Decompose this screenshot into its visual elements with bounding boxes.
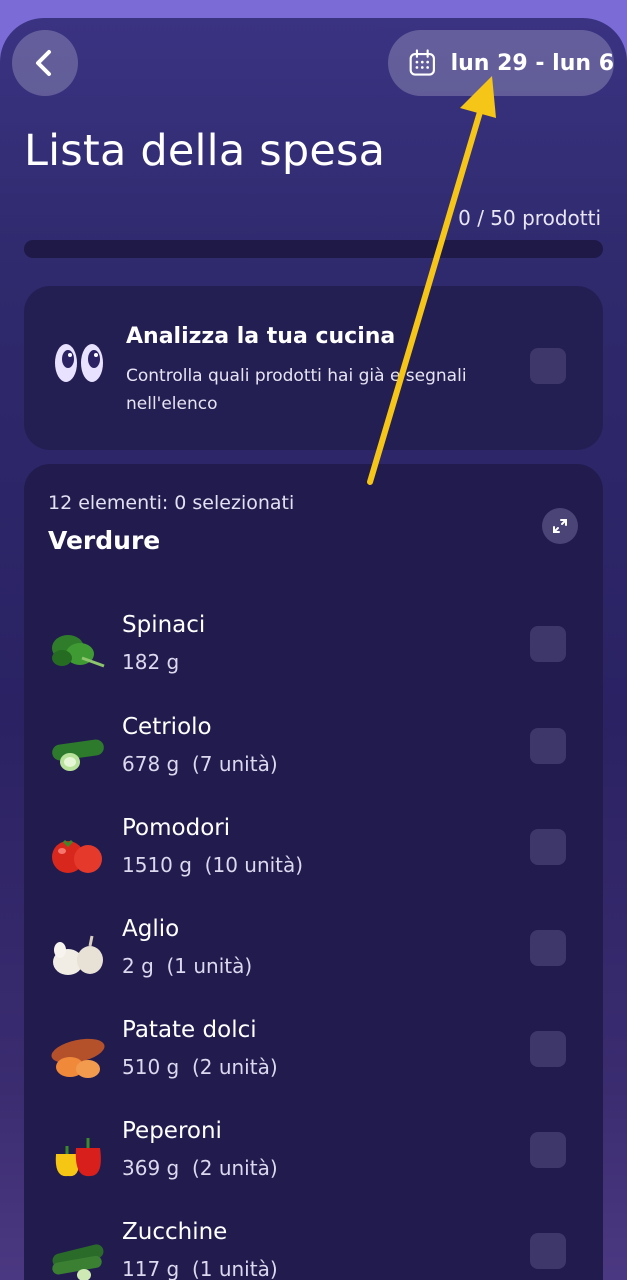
- page-title: Lista della spesa: [24, 126, 386, 176]
- date-range-label: lun 29 - lun 6: [450, 50, 614, 76]
- zucchini-icon: [52, 1244, 104, 1280]
- list-item[interactable]: Pomodori 1510 g (10 unità): [24, 815, 603, 905]
- chevron-left-icon: [36, 50, 51, 76]
- item-name: Cetriolo: [122, 714, 212, 740]
- category-meta: 12 elementi: 0 selezionati: [48, 492, 295, 514]
- analyze-description: Controlla quali prodotti hai già e segna…: [126, 366, 467, 414]
- item-checkbox[interactable]: [530, 728, 566, 764]
- tomato-icon: [52, 839, 102, 873]
- item-quantity: 369 g (2 unità): [122, 1156, 278, 1180]
- eyes-icon: [55, 344, 103, 382]
- progress-bar: [24, 240, 603, 258]
- item-checkbox[interactable]: [530, 1031, 566, 1067]
- item-quantity: 117 g (1 unità): [122, 1257, 278, 1280]
- item-name: Zucchine: [122, 1219, 228, 1245]
- list-item[interactable]: Patate dolci 510 g (2 unità): [24, 1017, 603, 1107]
- item-name: Spinaci: [122, 612, 206, 638]
- item-name: Peperoni: [122, 1118, 222, 1144]
- list-item[interactable]: Aglio 2 g (1 unità): [24, 916, 603, 1006]
- list-item[interactable]: Zucchine 117 g (1 unità): [24, 1219, 603, 1280]
- analyze-checkbox[interactable]: [530, 348, 566, 384]
- item-checkbox[interactable]: [530, 626, 566, 662]
- list-item[interactable]: Peperoni 369 g (2 unità): [24, 1118, 603, 1208]
- category-card-verdure: 12 elementi: 0 selezionati Verdure Spina…: [24, 464, 603, 1280]
- sweet-potato-icon: [51, 1038, 105, 1078]
- calendar-icon: [409, 49, 435, 76]
- item-checkbox[interactable]: [530, 829, 566, 865]
- item-quantity: 2 g (1 unità): [122, 954, 253, 978]
- pepper-icon: [55, 1138, 101, 1177]
- expand-icon: [553, 519, 567, 533]
- list-item[interactable]: Spinaci 182 g: [24, 612, 603, 702]
- item-name: Patate dolci: [122, 1017, 257, 1043]
- back-button[interactable]: [12, 30, 78, 96]
- item-quantity: 510 g (2 unità): [122, 1055, 278, 1079]
- analyze-title: Analizza la tua cucina: [126, 324, 396, 349]
- item-checkbox[interactable]: [530, 1132, 566, 1168]
- item-name: Pomodori: [122, 815, 231, 841]
- item-checkbox[interactable]: [530, 930, 566, 966]
- item-quantity: 182 g: [122, 650, 180, 674]
- garlic-icon: [53, 935, 103, 975]
- app-screen: lun 29 - lun 6 Lista della spesa 0 / 50 …: [0, 18, 627, 1280]
- category-name: Verdure: [48, 526, 161, 555]
- product-count: 0 / 50 prodotti: [458, 206, 601, 230]
- item-quantity: 1510 g (10 unità): [122, 853, 304, 877]
- item-checkbox[interactable]: [530, 1233, 566, 1269]
- expand-button[interactable]: [542, 508, 578, 544]
- list-item[interactable]: Cetriolo 678 g (7 unità): [24, 714, 603, 804]
- cucumber-icon: [52, 739, 104, 771]
- analyze-kitchen-card[interactable]: Analizza la tua cucina Controlla quali p…: [24, 286, 603, 450]
- spinach-icon: [52, 635, 105, 668]
- date-range-button[interactable]: lun 29 - lun 6: [388, 30, 614, 96]
- item-quantity: 678 g (7 unità): [122, 752, 278, 776]
- item-name: Aglio: [122, 916, 180, 942]
